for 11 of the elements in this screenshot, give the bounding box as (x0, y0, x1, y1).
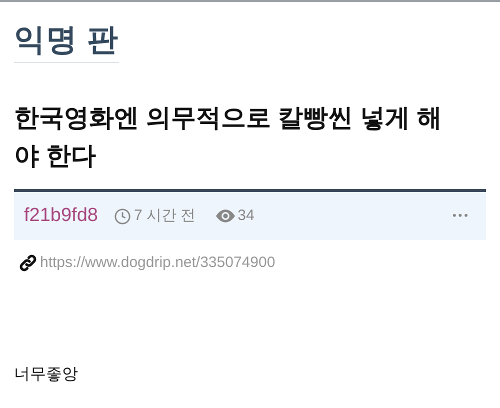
clock-icon (114, 208, 131, 224)
view-count: 34 (238, 206, 254, 226)
post-time: 7 시간 전 (134, 206, 196, 226)
board-title[interactable]: 익명 판 (14, 20, 119, 63)
author-name[interactable]: f21b9fd8 (24, 202, 98, 230)
eye-icon (216, 209, 235, 223)
post-body: 너무좋앙 (14, 364, 79, 384)
post-title: 한국영화엔 의무적으로 칼빵씬 넣게 해야 한다 (14, 103, 443, 172)
more-button[interactable]: ••• (452, 208, 470, 224)
source-link[interactable]: https://www.dogdrip.net/335074900 (40, 252, 276, 274)
link-icon (19, 254, 37, 272)
